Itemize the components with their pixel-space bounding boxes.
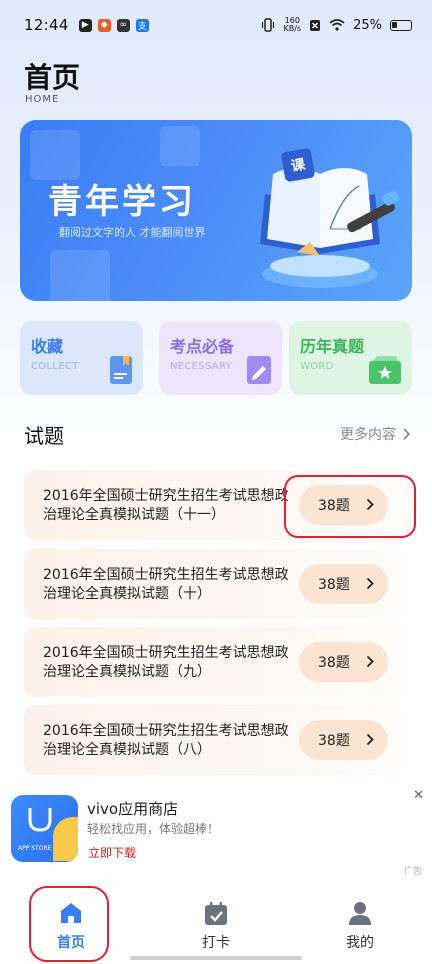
user-icon — [349, 902, 371, 925]
app-store-label: APP STORE — [18, 845, 52, 852]
page-title: 首页 — [24, 61, 81, 94]
section-title: 试题 — [24, 424, 64, 448]
wifi-icon — [329, 19, 345, 31]
edit-note-icon — [247, 356, 271, 384]
bookmark-book-icon — [110, 356, 132, 384]
page-subtitle: HOME — [25, 94, 60, 105]
question-count-button[interactable]: 38题 — [299, 642, 388, 682]
exam-card[interactable]: 2016年全国硕士研究生招生考试思想政治理论全真模拟试题（九） 38题 — [24, 627, 408, 697]
app-store-logo — [28, 808, 52, 832]
ad-banner[interactable]: APP STORE vivo应用商店 轻松找应用，体验超棒！ 立即下载 ✕ 广告 — [0, 776, 432, 880]
ad-description: 轻松找应用，体验超棒！ — [87, 822, 220, 836]
exam-card[interactable]: 2016年全国硕士研究生招生考试思想政治理论全真模拟试题（八） 38题 — [24, 705, 408, 775]
ad-app-name: vivo应用商店 — [87, 800, 179, 818]
question-count-button[interactable]: 38题 — [299, 564, 388, 604]
notification-icons: ▶ ◆ ∞ 支 — [78, 18, 149, 32]
battery-percent: 25% — [353, 17, 382, 33]
vibrate-icon — [262, 18, 275, 32]
banner-decor — [30, 130, 80, 180]
question-count: 38题 — [318, 655, 350, 671]
ad-tag: 广告 — [403, 867, 422, 877]
net-speed-unit: KB/s — [283, 24, 302, 33]
chevron-right-icon — [366, 733, 374, 746]
open-book-illustration — [260, 168, 400, 288]
question-count: 38题 — [318, 733, 350, 749]
exam-title: 2016年全国硕士研究生招生考试思想政治理论全真模拟试题（十） — [43, 567, 289, 602]
ad-close-button[interactable]: ✕ — [413, 788, 424, 803]
exam-card[interactable]: 2016年全国硕士研究生招生考试思想政治理论全真模拟试题（十） 38题 — [24, 549, 408, 619]
category-collect[interactable]: 收藏 COLLECT — [20, 321, 143, 395]
banner-decor — [160, 126, 200, 166]
category-title: 历年真题 — [300, 337, 365, 356]
highlight-ring-home — [29, 886, 109, 962]
status-time: 12:44 — [24, 16, 69, 34]
category-title: 收藏 — [31, 337, 64, 356]
tab-profile[interactable]: 我的 — [320, 884, 400, 956]
play-app-icon: ▶ — [78, 18, 92, 32]
banner-subtitle: 翻阅过文字的人 才能翻阅世界 — [59, 226, 206, 239]
network-speed: 160 KB/s — [283, 17, 301, 33]
home-indicator — [130, 956, 302, 960]
tab-label: 打卡 — [202, 935, 230, 951]
category-title: 考点必备 — [170, 337, 235, 356]
chevron-right-icon — [403, 428, 410, 440]
banner-title: 青年学习 — [48, 182, 196, 222]
chevron-right-icon — [366, 577, 374, 590]
link-app-icon: ∞ — [116, 18, 130, 32]
news-app-icon: ◆ — [97, 18, 111, 32]
exam-title: 2016年全国硕士研究生招生考试思想政治理论全真模拟试题（十一） — [43, 488, 289, 523]
ad-download-button[interactable]: 立即下载 — [88, 844, 136, 861]
calendar-check-icon — [205, 902, 227, 925]
more-content-link[interactable]: 更多内容 — [340, 424, 410, 444]
status-bar: 12:44 ▶ ◆ ∞ 支 160 KB/s 25% — [0, 0, 432, 50]
status-right: 160 KB/s 25% — [261, 17, 412, 33]
category-word[interactable]: 历年真题 WORD — [289, 321, 412, 395]
alipay-app-icon: 支 — [135, 18, 149, 32]
hero-banner[interactable]: 青年学习 翻阅过文字的人 才能翻阅世界 课 — [20, 120, 412, 301]
highlight-ring-count — [284, 475, 416, 538]
question-count: 38题 — [318, 577, 350, 593]
app-store-icon-shape — [53, 817, 78, 861]
book-badge: 课 — [280, 147, 316, 183]
banner-decor — [50, 250, 110, 301]
exam-title: 2016年全国硕士研究生招生考试思想政治理论全真模拟试题（八） — [43, 723, 289, 758]
battery-icon — [390, 19, 412, 31]
exam-title: 2016年全国硕士研究生招生考试思想政治理论全真模拟试题（九） — [43, 645, 289, 680]
tab-checkin[interactable]: 打卡 — [176, 884, 256, 956]
question-count-button[interactable]: 38题 — [299, 720, 388, 760]
more-content-label: 更多内容 — [340, 427, 396, 443]
tab-label: 我的 — [346, 935, 374, 951]
app-store-icon: APP STORE — [11, 795, 78, 862]
chevron-right-icon — [366, 655, 374, 668]
category-necessary[interactable]: 考点必备 NECESSARY — [159, 321, 282, 395]
star-folder-icon — [369, 356, 401, 384]
no-sim-icon — [310, 19, 321, 31]
